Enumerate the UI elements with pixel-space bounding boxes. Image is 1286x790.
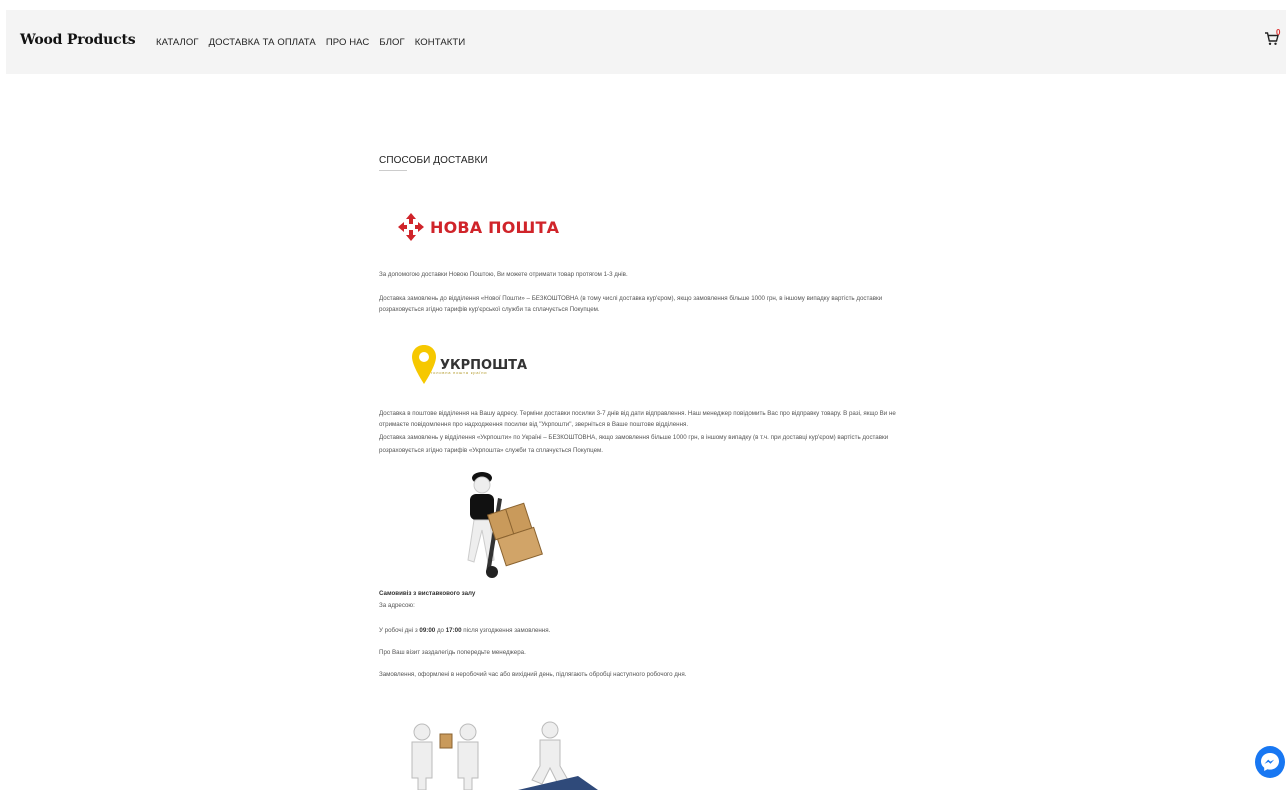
nav-contacts[interactable]: КОНТАКТИ: [415, 37, 465, 48]
messenger-icon: [1261, 753, 1279, 771]
nav-delivery-payment[interactable]: ДОСТАВКА ТА ОПЛАТА: [209, 37, 316, 48]
pickup-hours: У робочі дні з 09:00 до 17:00 після узго…: [379, 626, 939, 636]
ukrposhta-text-2a: Доставка замовлень у відділення «Укрпошт…: [379, 434, 889, 441]
nova-poshta-logo: НОВА ПОШТА: [398, 213, 559, 241]
nav-blog[interactable]: БЛОГ: [379, 37, 404, 48]
nova-poshta-text-2a: Доставка замовлень до відділення «Нової …: [379, 295, 883, 302]
pickup-hours-prefix: У робочі дні з: [379, 627, 420, 634]
pickup-weekend: Замовлення, оформлені в неробочий час аб…: [379, 671, 687, 678]
nav-catalog[interactable]: КАТАЛОГ: [156, 37, 199, 48]
ukrposhta-pin-icon: [412, 345, 436, 384]
messenger-chat-button[interactable]: [1255, 746, 1285, 778]
nova-poshta-logo-text: НОВА ПОШТА: [430, 217, 560, 237]
nova-poshta-text-1: За допомогою доставки Новою Поштою, Ви м…: [379, 271, 628, 278]
site-header: Wood Products КАТАЛОГ ДОСТАВКА ТА ОПЛАТА…: [6, 10, 1286, 74]
courier-illustration: [467, 472, 543, 578]
pickup-hours-to: 17:00: [445, 627, 462, 634]
main-nav: КАТАЛОГ ДОСТАВКА ТА ОПЛАТА ПРО НАС БЛОГ …: [156, 37, 465, 48]
ukrposhta-text-1a: Доставка в поштове відділення на Вашу ад…: [379, 410, 896, 417]
nav-about[interactable]: ПРО НАС: [326, 37, 370, 48]
cart-button[interactable]: 0: [1265, 28, 1285, 52]
pickup-notice: Про Ваш візит заздалегідь попередьте мен…: [379, 649, 526, 656]
pickup-title: Самовивіз з виставкового залу: [379, 589, 939, 599]
cart-count-badge: 0: [1276, 28, 1281, 37]
pickup-hours-from: 09:00: [419, 627, 436, 634]
nova-poshta-text-2b: розраховується згідно тарифів кур'єрсько…: [379, 306, 600, 313]
section-title: СПОСОБИ ДОСТАВКИ: [379, 155, 488, 166]
handover-illustration: [411, 721, 598, 790]
ukrposhta-logo: УКРПОШТА головна пошта країни: [412, 345, 527, 385]
ukrposhta-slogan: головна пошта країни: [431, 370, 488, 375]
pickup-hours-mid: до: [435, 627, 446, 634]
brand-logo[interactable]: Wood Products: [20, 32, 136, 48]
ukrposhta-text-2b: розраховується згідно тарифів «Укрпошта»…: [379, 447, 603, 454]
pickup-hours-suffix: після узгодження замовлення.: [461, 627, 551, 634]
title-underline: [379, 170, 407, 171]
nova-poshta-arrows-icon: [398, 213, 424, 241]
pickup-title-text: Самовивіз з виставкового залу: [379, 590, 476, 597]
pickup-address-label: За адресою:: [379, 602, 415, 609]
ukrposhta-text-1b: отримаєте повідомлення про надходження п…: [379, 421, 689, 428]
